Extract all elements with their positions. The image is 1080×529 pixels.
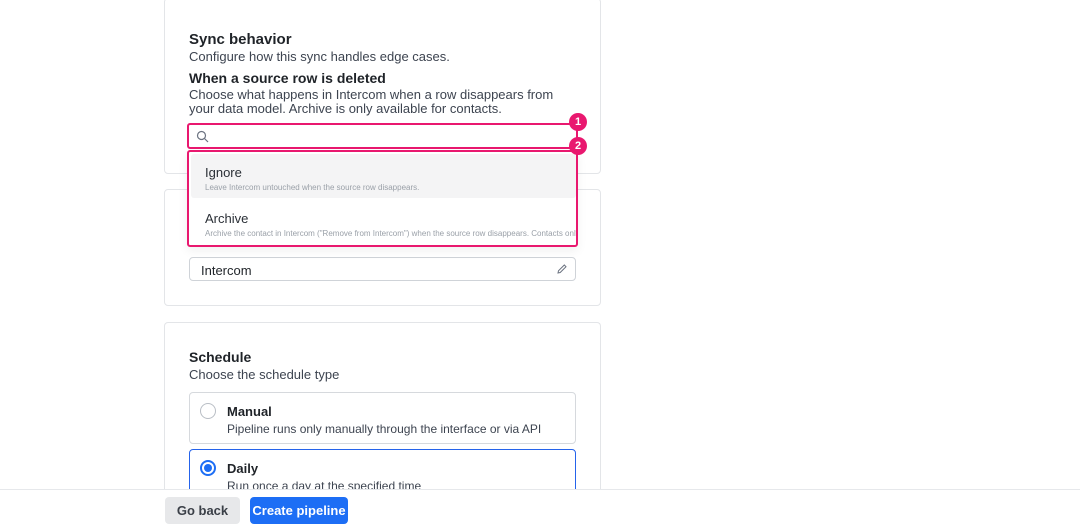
sync-behavior-subtitle: Configure how this sync handles edge cas… [189, 49, 450, 64]
manual-desc: Pipeline runs only manually through the … [227, 422, 542, 436]
schedule-subtitle: Choose the schedule type [189, 367, 340, 382]
footer-bar: Go back Create pipeline [0, 489, 1080, 529]
annotation-badge-2: 2 [569, 137, 587, 155]
pencil-icon[interactable] [556, 263, 568, 275]
sync-behavior-title: Sync behavior [189, 31, 292, 48]
manual-radio[interactable] [200, 403, 216, 419]
daily-title: Daily [227, 461, 259, 476]
daily-radio[interactable] [200, 460, 216, 476]
manual-title: Manual [227, 404, 272, 419]
schedule-title: Schedule [189, 349, 252, 365]
deleted-row-description: Choose what happens in Intercom when a r… [189, 87, 554, 116]
schedule-option-manual[interactable]: Manual Pipeline runs only manually throu… [189, 392, 576, 444]
destination-name-value: Intercom [201, 263, 252, 278]
option-ignore-help: Leave Intercom untouched when the source… [205, 183, 420, 192]
option-archive-label: Archive [205, 211, 249, 226]
delete-behavior-search[interactable] [187, 123, 578, 149]
delete-behavior-dropdown: Ignore Leave Intercom untouched when the… [187, 150, 578, 247]
option-archive-help: Archive the contact in Intercom ("Remove… [205, 229, 578, 238]
annotation-badge-1: 1 [569, 113, 587, 131]
search-icon [196, 130, 209, 143]
option-ignore[interactable]: Ignore Leave Intercom untouched when the… [191, 154, 576, 198]
option-ignore-label: Ignore [205, 165, 242, 180]
destination-name-field[interactable]: Intercom [189, 257, 576, 281]
option-archive[interactable]: Archive Archive the contact in Intercom … [191, 200, 576, 244]
create-pipeline-button[interactable]: Create pipeline [250, 497, 348, 524]
deleted-row-heading: When a source row is deleted [189, 70, 386, 86]
search-input[interactable] [215, 127, 570, 145]
go-back-button[interactable]: Go back [165, 497, 240, 524]
